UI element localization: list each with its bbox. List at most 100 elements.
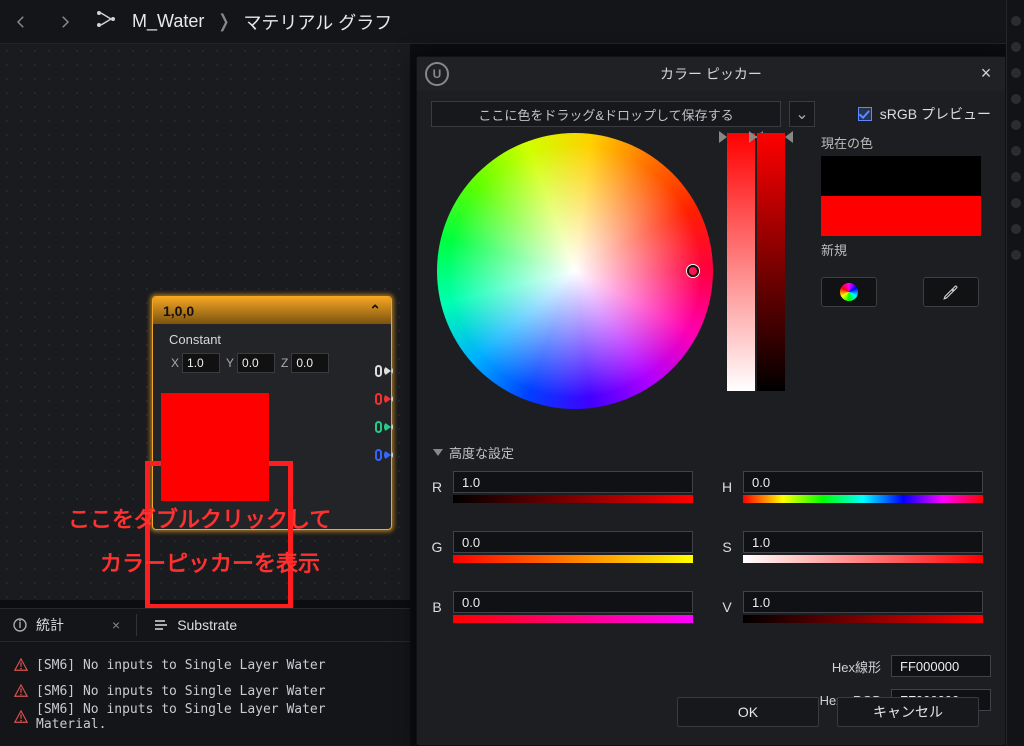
s-input[interactable] — [743, 531, 983, 553]
log-line: [SM6] No inputs to Single Layer Water — [14, 652, 396, 678]
v-gradient[interactable] — [743, 615, 983, 623]
substrate-icon — [153, 617, 169, 633]
g-input[interactable] — [453, 531, 693, 553]
right-dock[interactable] — [1006, 0, 1024, 746]
node-color-swatch[interactable] — [161, 393, 269, 501]
g-label: G — [429, 539, 445, 555]
warning-icon — [14, 684, 28, 698]
log-text: [SM6] No inputs to Single Layer Water — [36, 658, 326, 673]
h-label: H — [719, 479, 735, 495]
picker-titlebar[interactable]: U カラー ピッカー × — [417, 57, 1005, 91]
value-strips — [727, 133, 785, 391]
b-gradient[interactable] — [453, 615, 693, 623]
picker-title-text: カラー ピッカー — [660, 64, 762, 84]
breadcrumb-sep: ❭ — [216, 11, 231, 32]
z-input[interactable] — [291, 353, 329, 373]
constant3-node[interactable]: 1,0,0 ⌃ Constant X Y Z — [152, 296, 392, 530]
current-color-block: 現在の色 新規 — [821, 133, 981, 307]
warning-icon — [14, 710, 28, 724]
srgb-preview-toggle[interactable]: sRGB プレビュー — [858, 104, 991, 124]
value-strip[interactable] — [757, 133, 785, 391]
x-input[interactable] — [182, 353, 220, 373]
nav-forward-button[interactable] — [50, 7, 80, 37]
port-g[interactable] — [375, 420, 393, 434]
hex-linear-input[interactable] — [891, 655, 991, 677]
strip-marker-icon[interactable] — [719, 131, 727, 143]
port-rgba[interactable] — [375, 364, 393, 378]
b-label: B — [429, 599, 445, 615]
tab-stats-close-icon[interactable]: × — [112, 617, 120, 633]
ue-logo-icon: U — [425, 62, 449, 86]
annotation-dblclick-1: ここをダブルクリックして — [68, 502, 331, 534]
node-type-label: Constant — [169, 332, 383, 347]
rgb-channels: R G B — [429, 471, 709, 651]
node-title: 1,0,0 — [163, 303, 194, 319]
g-row: G — [429, 531, 709, 563]
log-text: [SM6] No inputs to Single Layer Water — [36, 684, 326, 699]
v-label: V — [719, 599, 735, 615]
dropzone-menu-button[interactable]: ⌄ — [789, 101, 815, 127]
topbar: M_Water ❭ マテリアル グラフ — [0, 0, 1024, 44]
port-r[interactable] — [375, 392, 393, 406]
srgb-checkbox-icon[interactable] — [858, 107, 872, 121]
s-gradient[interactable] — [743, 555, 983, 563]
node-body: Constant X Y Z — [153, 324, 391, 529]
old-color-swatch[interactable] — [821, 156, 981, 196]
r-input[interactable] — [453, 471, 693, 493]
color-picker-dialog: U カラー ピッカー × ここに色をドラッグ&ドロップして保存する ⌄ sRGB… — [416, 56, 1006, 746]
warning-icon — [14, 658, 28, 672]
node-swatch-wrap — [161, 385, 291, 515]
breadcrumb-page[interactable]: マテリアル グラフ — [243, 9, 392, 35]
port-b[interactable] — [375, 448, 393, 462]
picker-buttons: OK キャンセル — [417, 697, 1005, 727]
x-label: X — [171, 356, 179, 370]
eyedropper-button[interactable] — [923, 277, 979, 307]
strip-marker-icon[interactable] — [749, 131, 757, 143]
color-themes-button[interactable] — [821, 277, 877, 307]
picker-close-button[interactable]: × — [975, 63, 997, 84]
y-input[interactable] — [237, 353, 275, 373]
v-row: V — [719, 591, 991, 623]
srgb-label: sRGB プレビュー — [880, 104, 991, 124]
v-input[interactable] — [743, 591, 983, 613]
wheel-cursor[interactable] — [687, 265, 699, 277]
log-line: [SM6] No inputs to Single Layer Water Ma… — [14, 704, 396, 730]
expand-icon — [433, 449, 443, 456]
picker-toolbar: ここに色をドラッグ&ドロップして保存する ⌄ sRGB プレビュー — [417, 91, 1005, 127]
advanced-label: 高度な設定 — [449, 443, 514, 462]
tab-substrate[interactable]: Substrate — [141, 609, 249, 641]
new-color-swatch[interactable] — [821, 196, 981, 236]
tab-stats[interactable]: 統計 × — [0, 609, 132, 641]
b-input[interactable] — [453, 591, 693, 613]
log-text: [SM6] No inputs to Single Layer Water Ma… — [36, 702, 396, 732]
saturation-strip[interactable] — [727, 133, 755, 391]
tab-substrate-label: Substrate — [177, 617, 237, 633]
strip-marker-icon[interactable] — [785, 131, 793, 143]
h-input[interactable] — [743, 471, 983, 493]
advanced-header[interactable]: 高度な設定 — [433, 443, 514, 462]
bottom-tabs: 統計 × Substrate — [0, 608, 410, 642]
node-xyz: X Y Z — [171, 353, 383, 373]
h-gradient[interactable] — [743, 495, 983, 503]
nav-back-button[interactable] — [6, 7, 36, 37]
h-row: H — [719, 471, 991, 503]
node-header[interactable]: 1,0,0 ⌃ — [153, 297, 391, 324]
color-dropzone[interactable]: ここに色をドラッグ&ドロップして保存する — [431, 101, 781, 127]
annotation-dblclick-2: カラーピッカーを表示 — [100, 546, 320, 578]
r-gradient[interactable] — [453, 495, 693, 503]
ok-button[interactable]: OK — [677, 697, 819, 727]
color-wheel[interactable] — [437, 133, 713, 409]
message-log[interactable]: [SM6] No inputs to Single Layer Water [S… — [0, 642, 410, 746]
color-wheel-icon — [840, 283, 858, 301]
hsv-channels: H S V — [719, 471, 991, 651]
hex-linear-label: Hex線形 — [832, 657, 881, 676]
breadcrumb-asset[interactable]: M_Water — [132, 11, 204, 32]
tab-stats-label: 統計 — [36, 615, 64, 635]
tab-divider — [136, 614, 137, 636]
node-collapse-icon[interactable]: ⌃ — [369, 302, 381, 319]
cancel-button[interactable]: キャンセル — [837, 697, 979, 727]
current-color-label: 現在の色 — [821, 133, 981, 152]
graph-type-icon — [94, 7, 118, 36]
b-row: B — [429, 591, 709, 623]
g-gradient[interactable] — [453, 555, 693, 563]
